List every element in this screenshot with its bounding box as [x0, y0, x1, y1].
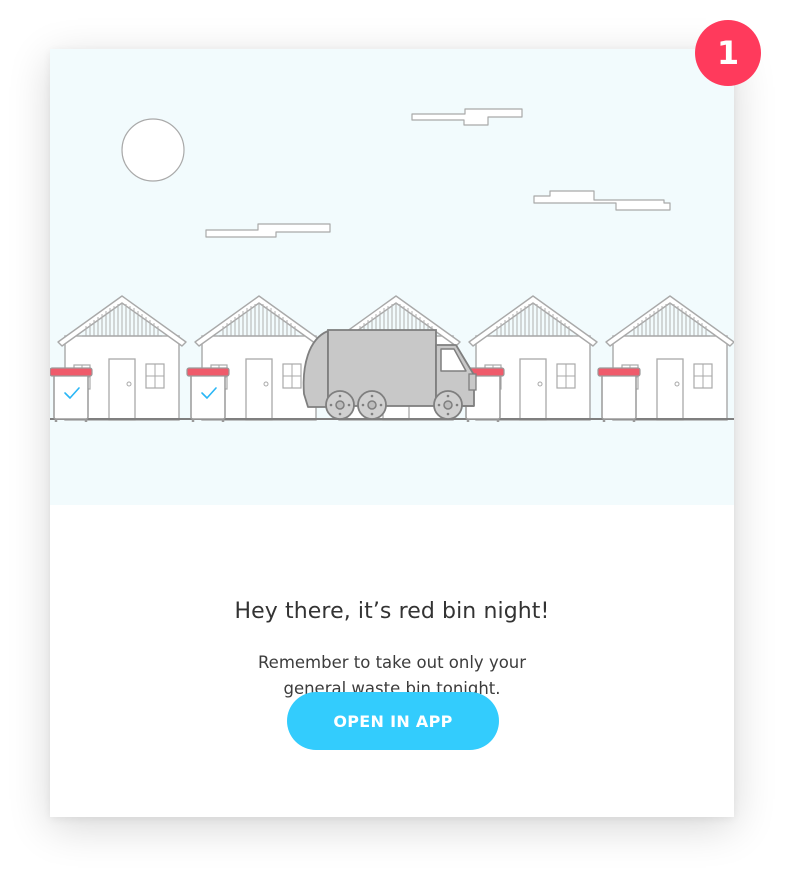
street-scene-svg	[50, 108, 734, 424]
notification-count-badge: 1	[695, 20, 761, 86]
notification-headline: Hey there, it’s red bin night!	[234, 599, 550, 624]
sun-illustration	[121, 118, 185, 182]
notification-content: Hey there, it’s red bin night! Remember …	[50, 505, 734, 817]
open-in-app-button[interactable]: OPEN IN APP	[287, 692, 499, 750]
notification-card: Hey there, it’s red bin night! Remember …	[50, 49, 734, 817]
notification-body-line-1: Remember to take out only your	[257, 653, 527, 672]
street-illustration	[50, 49, 734, 505]
cloud-illustrations	[205, 108, 671, 238]
